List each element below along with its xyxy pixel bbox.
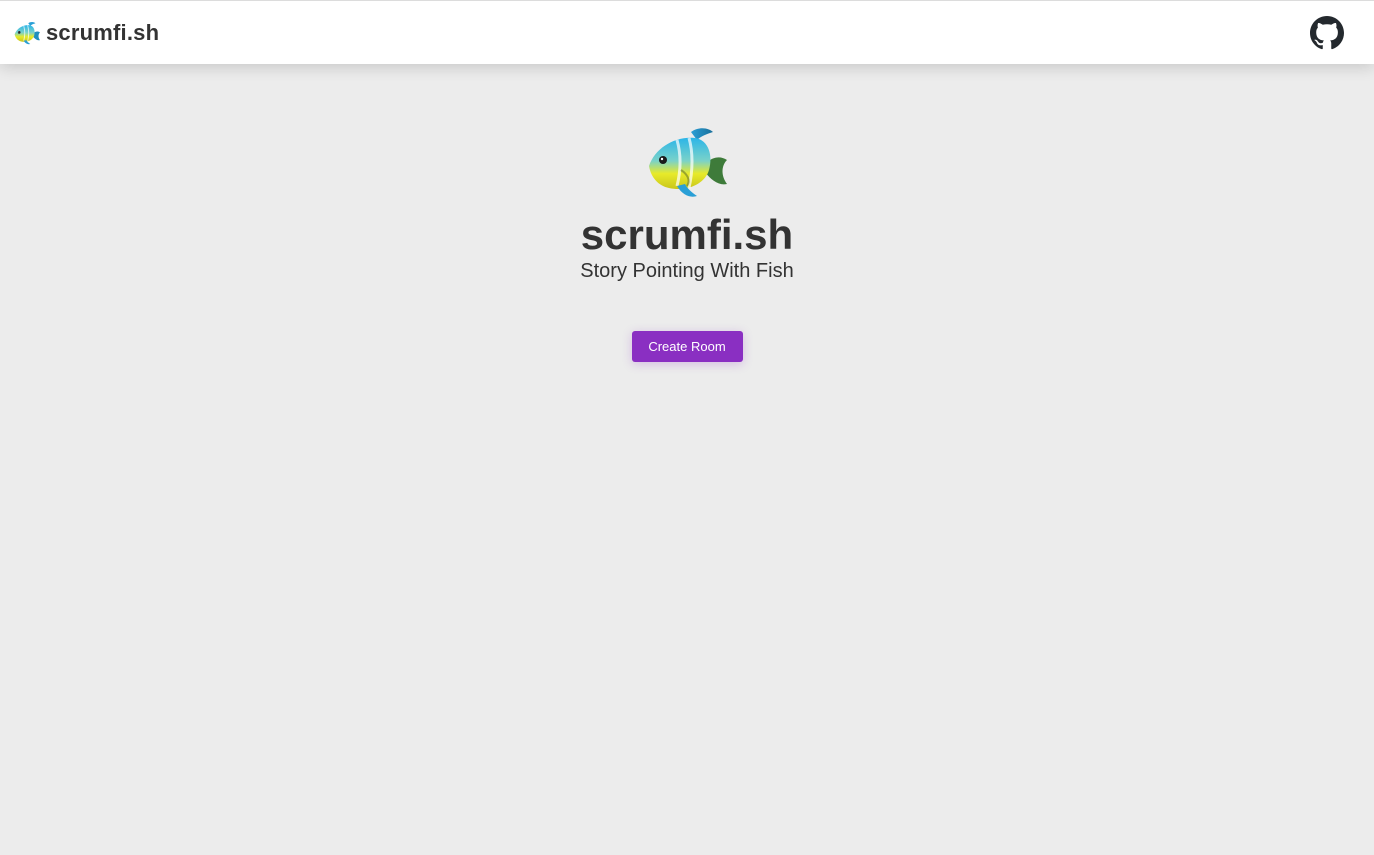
- landing-main: scrumfi.sh Story Pointing With Fish Crea…: [0, 64, 1374, 855]
- tagline: Story Pointing With Fish: [580, 260, 794, 283]
- create-room-button[interactable]: Create Room: [631, 331, 743, 363]
- github-icon: [1310, 15, 1344, 49]
- top-navbar: scrumfi.sh: [0, 0, 1374, 64]
- github-link[interactable]: [1310, 15, 1344, 50]
- tropical-fish-icon: [14, 21, 40, 45]
- home-link[interactable]: scrumfi.sh: [14, 20, 159, 46]
- brand-name: scrumfi.sh: [46, 19, 160, 45]
- page-title: scrumfi.sh: [580, 211, 794, 258]
- tropical-fish-icon: [647, 126, 727, 198]
